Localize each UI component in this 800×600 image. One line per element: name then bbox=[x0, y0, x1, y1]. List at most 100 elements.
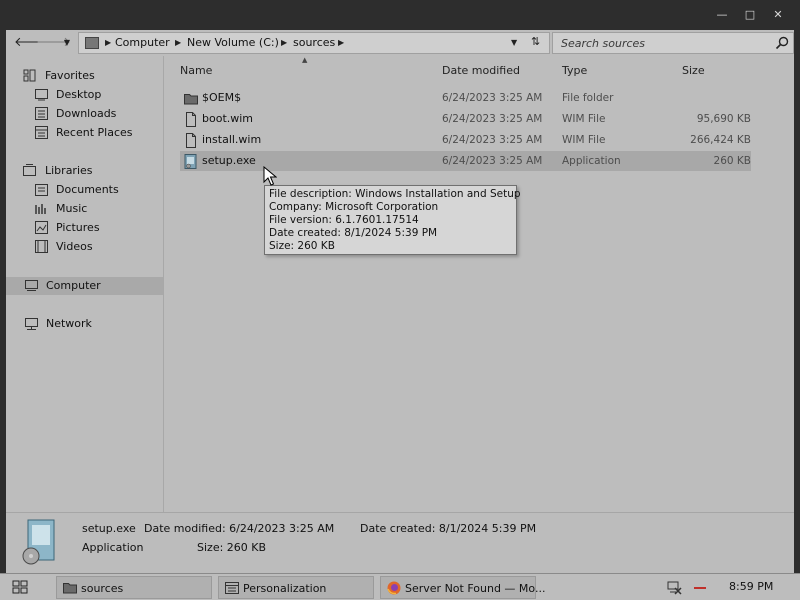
sidebar-label: Music bbox=[56, 202, 88, 215]
sidebar-item-libraries[interactable]: Libraries bbox=[6, 162, 163, 180]
refresh-icon[interactable]: ⇅ bbox=[531, 35, 540, 48]
details-date-modified: Date modified: 6/24/2023 3:25 AM bbox=[144, 522, 335, 535]
taskbar-item-label: sources bbox=[81, 582, 124, 595]
sidebar-item-documents[interactable]: Documents bbox=[6, 181, 163, 199]
recent-locations-button[interactable]: ▼ bbox=[58, 35, 76, 51]
sidebar-label: Favorites bbox=[45, 69, 95, 82]
pictures-icon bbox=[35, 221, 48, 234]
mouse-cursor-icon bbox=[263, 166, 277, 186]
back-button[interactable]: 🡐 bbox=[14, 35, 49, 51]
explorer-window: — □ ✕ 🡐 🡒 ▼ ▶ Computer ▶ New Volume (C:)… bbox=[0, 0, 800, 573]
file-list: ▲ Name Date modified Type Size $OEM$ 6/2… bbox=[165, 56, 794, 512]
taskbar-item-sources[interactable]: sources bbox=[56, 576, 212, 599]
file-date: 6/24/2023 3:25 AM bbox=[442, 155, 543, 167]
breadcrumb-separator-icon[interactable]: ▶ bbox=[281, 36, 287, 50]
file-date: 6/24/2023 3:25 AM bbox=[442, 92, 543, 104]
title-bar[interactable]: — □ ✕ bbox=[0, 0, 800, 30]
close-button[interactable]: ✕ bbox=[765, 6, 791, 24]
maximize-button[interactable]: □ bbox=[737, 6, 763, 24]
window-frame-right bbox=[794, 30, 800, 573]
tooltip-version: File version: 6.1.7601.17514 bbox=[269, 214, 419, 226]
libraries-icon bbox=[23, 164, 36, 176]
file-size: 95,690 KB bbox=[696, 113, 751, 125]
downloads-icon bbox=[35, 107, 48, 120]
sidebar-label: Documents bbox=[56, 183, 119, 196]
folder-icon bbox=[184, 94, 198, 105]
file-name: setup.exe bbox=[202, 154, 256, 167]
column-header-name[interactable]: Name bbox=[180, 64, 212, 77]
firefox-icon bbox=[387, 581, 401, 595]
setup-exe-large-icon bbox=[22, 519, 55, 565]
column-header-size[interactable]: Size bbox=[682, 64, 705, 77]
column-header-type[interactable]: Type bbox=[562, 64, 587, 77]
computer-location-icon bbox=[85, 37, 99, 49]
file-icon bbox=[186, 133, 196, 148]
breadcrumb-sources[interactable]: sources bbox=[293, 36, 335, 49]
breadcrumb-separator-icon[interactable]: ▶ bbox=[175, 36, 181, 50]
breadcrumb-separator-icon[interactable]: ▶ bbox=[105, 36, 111, 50]
sidebar-item-downloads[interactable]: Downloads bbox=[6, 105, 163, 123]
file-type: File folder bbox=[562, 92, 614, 104]
file-type: Application bbox=[562, 155, 621, 167]
details-pane: setup.exe Application Date modified: 6/2… bbox=[6, 512, 794, 573]
setup-exe-icon bbox=[184, 154, 197, 169]
taskbar: sources Personalization Server Not Found… bbox=[0, 573, 800, 600]
taskbar-item-label: Server Not Found — Mo... bbox=[405, 582, 546, 595]
control-panel-icon bbox=[225, 582, 239, 594]
file-name: $OEM$ bbox=[202, 91, 242, 104]
volume-muted-icon[interactable] bbox=[694, 587, 706, 589]
desktop-icon bbox=[35, 89, 48, 101]
sidebar-item-favorites[interactable]: Favorites bbox=[6, 67, 163, 85]
taskbar-item-firefox[interactable]: Server Not Found — Mo... bbox=[380, 576, 545, 599]
file-name: install.wim bbox=[202, 133, 262, 146]
network-status-icon[interactable] bbox=[666, 579, 682, 595]
file-icon bbox=[186, 112, 196, 127]
sidebar-item-desktop[interactable]: Desktop bbox=[6, 86, 163, 104]
file-info-tooltip: File description: Windows Installation a… bbox=[264, 185, 521, 255]
taskbar-clock[interactable]: 8:59 PM bbox=[729, 580, 773, 593]
recent-places-icon bbox=[35, 126, 48, 139]
videos-icon bbox=[35, 240, 48, 253]
sidebar-item-network[interactable]: Network bbox=[6, 315, 163, 333]
folder-icon bbox=[63, 583, 77, 594]
sidebar-label: Videos bbox=[56, 240, 93, 253]
sidebar-item-computer[interactable]: Computer bbox=[6, 277, 163, 295]
navigation-pane: Favorites Desktop Downloads Recent Place… bbox=[6, 56, 164, 512]
sidebar-item-pictures[interactable]: Pictures bbox=[6, 219, 163, 237]
navigation-bar: 🡐 🡒 ▼ ▶ Computer ▶ New Volume (C:) ▶ sou… bbox=[6, 30, 794, 56]
sidebar-label: Pictures bbox=[56, 221, 100, 234]
search-input[interactable] bbox=[553, 33, 771, 53]
sidebar-item-recent-places[interactable]: Recent Places bbox=[6, 124, 163, 142]
file-name: boot.wim bbox=[202, 112, 254, 125]
details-file-kind: Application bbox=[82, 541, 144, 554]
taskbar-item-personalization[interactable]: Personalization bbox=[218, 576, 374, 599]
music-icon bbox=[35, 204, 46, 214]
tooltip-date-created: Date created: 8/1/2024 5:39 PM bbox=[269, 227, 438, 239]
search-icon[interactable] bbox=[775, 36, 789, 50]
sidebar-label: Recent Places bbox=[56, 126, 133, 139]
file-row[interactable]: $OEM$ 6/24/2023 3:25 AM File folder bbox=[180, 88, 751, 108]
sidebar-label: Computer bbox=[46, 279, 101, 292]
computer-icon bbox=[25, 280, 38, 291]
sidebar-label: Downloads bbox=[56, 107, 117, 120]
address-bar[interactable]: ▶ Computer ▶ New Volume (C:) ▶ sources ▶… bbox=[78, 32, 550, 54]
file-type: WIM File bbox=[562, 134, 606, 146]
sidebar-item-videos[interactable]: Videos bbox=[6, 238, 163, 256]
file-row[interactable]: install.wim 6/24/2023 3:25 AM WIM File 2… bbox=[180, 130, 751, 150]
file-type: WIM File bbox=[562, 113, 606, 125]
tooltip-company: Company: Microsoft Corporation bbox=[269, 201, 439, 213]
forward-button[interactable]: 🡒 bbox=[36, 35, 71, 51]
taskbar-item-label: Personalization bbox=[243, 582, 327, 595]
tooltip-description: File description: Windows Installation a… bbox=[269, 188, 521, 200]
address-dropdown-icon[interactable]: ▼ bbox=[511, 36, 517, 50]
breadcrumb-computer[interactable]: Computer bbox=[115, 36, 170, 49]
search-box[interactable] bbox=[552, 32, 794, 54]
start-button-icon[interactable] bbox=[12, 580, 28, 595]
file-row[interactable]: boot.wim 6/24/2023 3:25 AM WIM File 95,6… bbox=[180, 109, 751, 129]
breadcrumb-new-volume[interactable]: New Volume (C:) bbox=[187, 36, 279, 49]
column-header-date-modified[interactable]: Date modified bbox=[442, 64, 520, 77]
sidebar-item-music[interactable]: Music bbox=[6, 200, 163, 218]
sidebar-label: Network bbox=[46, 317, 92, 330]
breadcrumb-separator-icon[interactable]: ▶ bbox=[338, 36, 344, 50]
minimize-button[interactable]: — bbox=[709, 6, 735, 24]
